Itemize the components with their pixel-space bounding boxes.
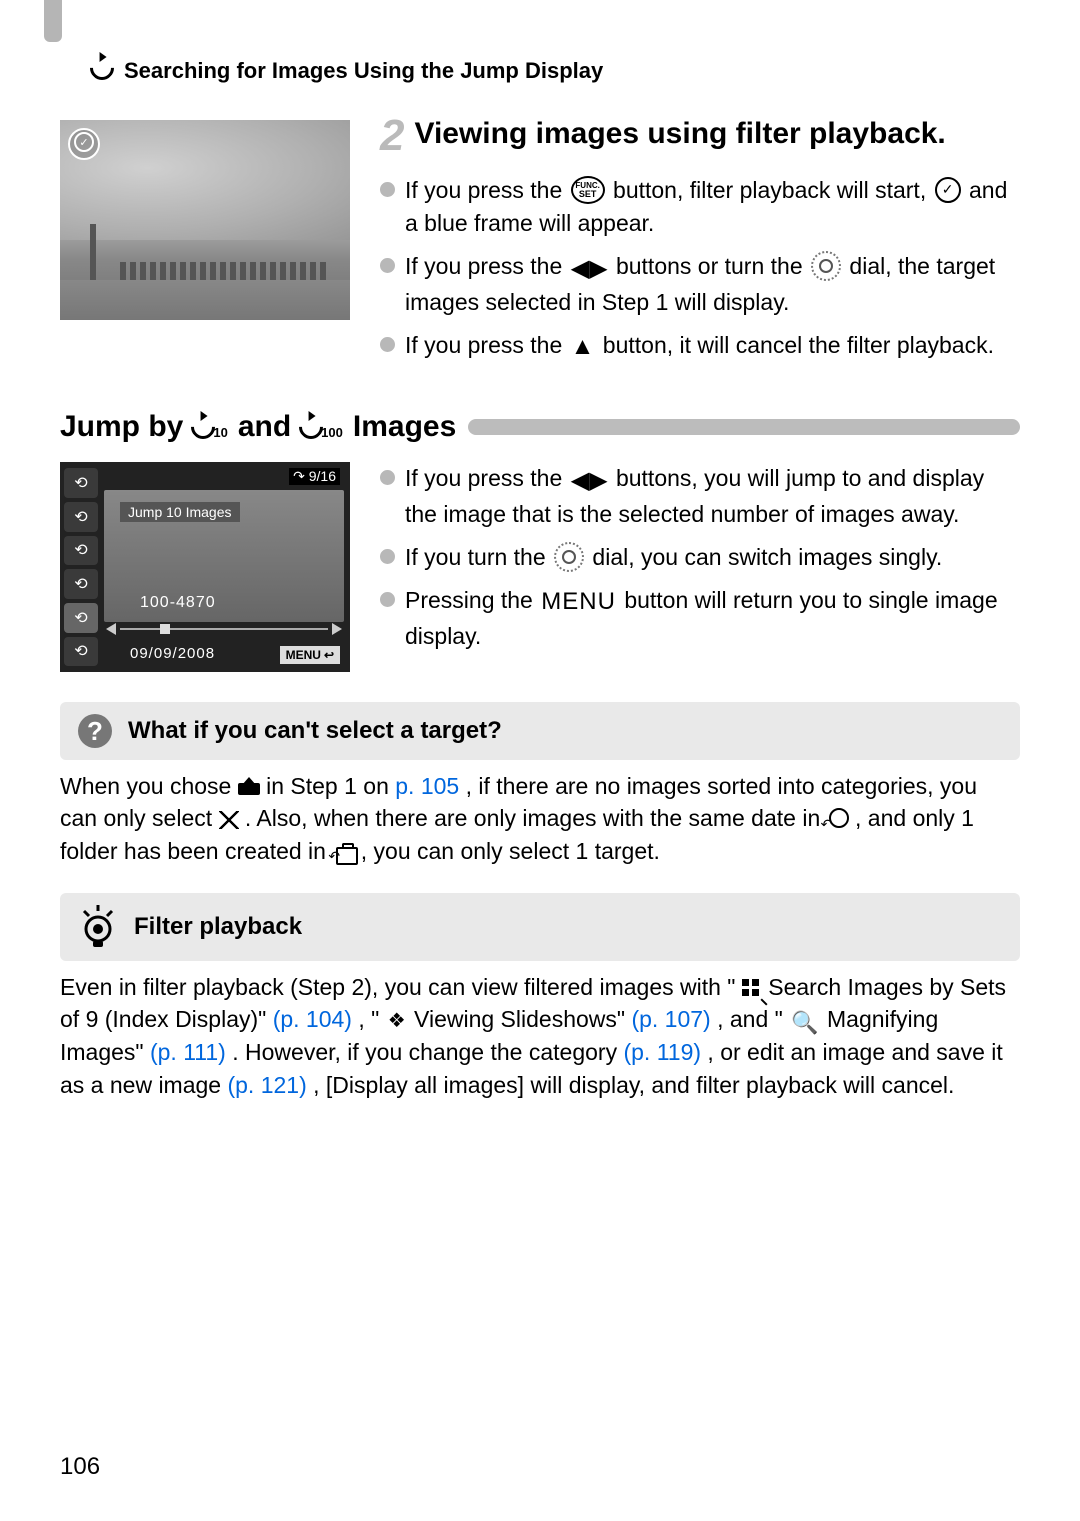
bullet-text: Pressing the MENU button will return you… xyxy=(405,584,1020,653)
menu-return-button: MENU↩ xyxy=(280,646,340,664)
tip-title: Filter playback xyxy=(134,913,302,941)
up-arrow-icon: ▲ xyxy=(571,330,595,365)
jump-mode-label: Jump 10 Images xyxy=(120,502,240,522)
file-number: 100-4870 xyxy=(140,594,216,612)
left-right-arrows-icon: ◀▶ xyxy=(571,464,608,499)
folder-jump-icon: ↶ xyxy=(332,845,354,863)
bullet-text: If you press the FUNC. SET button, filte… xyxy=(405,174,1020,241)
filter-playback-overlay-icon: ✓ xyxy=(68,128,100,160)
image-counter: ↷ 9/16 xyxy=(289,468,340,485)
func-set-icon: FUNC. SET xyxy=(571,176,605,204)
slider-right-icon xyxy=(332,623,342,635)
page-link[interactable]: (p. 119) xyxy=(623,1039,701,1065)
question-icon: ? xyxy=(78,714,112,748)
slideshow-icon xyxy=(388,1007,406,1035)
jump-mode-category-icon: ⟲ xyxy=(64,502,98,532)
bullet-text: If you press the ◀▶ buttons, you will ju… xyxy=(405,462,1020,531)
bullet-text: If you press the ◀▶ buttons or turn the … xyxy=(405,250,1020,319)
jump-slider xyxy=(110,624,338,634)
jump-section-title: Jump by 10 and 100 Images xyxy=(60,410,1020,444)
left-right-arrows-icon: ◀▶ xyxy=(571,252,608,287)
title-bar-decoration xyxy=(468,419,1020,435)
step-bullets: If you press the FUNC. SET button, filte… xyxy=(380,174,1020,365)
jump-mode-movie-icon: ⟲ xyxy=(64,569,98,599)
check-circle-icon: ✓ xyxy=(935,177,961,203)
jump-mode-date-icon: ⟲ xyxy=(64,468,98,498)
tip-hint-box: Filter playback xyxy=(60,893,1020,961)
page-link[interactable]: (p. 111) xyxy=(150,1039,226,1065)
jump-mode-folder-icon: ⟲ xyxy=(64,536,98,566)
bullet-text: If you press the ▲ button, it will cance… xyxy=(405,329,1020,364)
page-number: 106 xyxy=(60,1453,100,1481)
bullet-dot xyxy=(380,337,395,352)
tip-question-body: When you chose in Step 1 on p. 105 , if … xyxy=(60,770,1020,867)
page-header: Searching for Images Using the Jump Disp… xyxy=(90,56,1020,86)
section-tab xyxy=(44,0,62,42)
dial-icon xyxy=(554,542,584,572)
jump-10-icon: 10 xyxy=(191,415,229,439)
jump-title-pre: Jump by xyxy=(60,410,183,444)
step-2-section: ✓ 2 Viewing images using filter playback… xyxy=(60,116,1020,374)
jump-100-icon: 100 xyxy=(299,415,345,439)
magnify-icon: 🔍 xyxy=(791,1008,818,1039)
bullet-dot xyxy=(380,182,395,197)
tip-question-box: ? What if you can't select a target? xyxy=(60,702,1020,760)
example-photo: ✓ xyxy=(60,120,350,320)
manual-page: Searching for Images Using the Jump Disp… xyxy=(0,0,1080,1521)
category-jump-icon xyxy=(238,777,260,797)
tip-hint-body: Even in filter playback (Step 2), you ca… xyxy=(60,971,1020,1101)
page-link[interactable]: p. 105 xyxy=(395,773,459,799)
page-link[interactable]: (p. 121) xyxy=(227,1072,306,1098)
bullet-dot xyxy=(380,258,395,273)
page-link[interactable]: (p. 107) xyxy=(631,1006,710,1032)
index-display-icon xyxy=(742,979,762,997)
bullet-dot xyxy=(380,470,395,485)
menu-text-icon: MENU xyxy=(541,585,616,620)
slider-left-icon xyxy=(106,623,116,635)
jump-ui-sidebar: ⟲ ⟲ ⟲ ⟲ ⟲ ⟲ xyxy=(64,468,98,666)
date-jump-icon: ↶ xyxy=(827,808,849,830)
slider-knob xyxy=(160,624,170,634)
jump-mode-10-icon: ⟲ xyxy=(64,603,98,633)
jump-ui-screenshot: ⟲ ⟲ ⟲ ⟲ ⟲ ⟲ ↷ 9/16 Jump 10 Images 100-48… xyxy=(60,462,350,672)
no-category-icon xyxy=(219,811,239,829)
jump-icon xyxy=(90,56,114,86)
page-header-title: Searching for Images Using the Jump Disp… xyxy=(124,58,603,84)
jump-title-post: Images xyxy=(353,410,456,444)
tip-title: What if you can't select a target? xyxy=(128,717,502,745)
bullet-dot xyxy=(380,549,395,564)
bullet-text: If you turn the dial, you can switch ima… xyxy=(405,541,1020,574)
jump-mode-100-icon: ⟲ xyxy=(64,637,98,667)
jump-bullets: If you press the ◀▶ buttons, you will ju… xyxy=(380,462,1020,663)
step-number: 2 xyxy=(380,116,404,156)
image-date: 09/09/2008 xyxy=(130,645,215,662)
dial-icon xyxy=(811,251,841,281)
step-title: 2 Viewing images using filter playback. xyxy=(380,116,1020,156)
jump-title-mid: and xyxy=(238,410,291,444)
page-link[interactable]: (p. 104) xyxy=(273,1006,352,1032)
bullet-dot xyxy=(380,592,395,607)
step-title-text: Viewing images using filter playback. xyxy=(414,116,945,152)
lightbulb-icon xyxy=(78,905,118,949)
jump-section-body: ⟲ ⟲ ⟲ ⟲ ⟲ ⟲ ↷ 9/16 Jump 10 Images 100-48… xyxy=(60,462,1020,672)
